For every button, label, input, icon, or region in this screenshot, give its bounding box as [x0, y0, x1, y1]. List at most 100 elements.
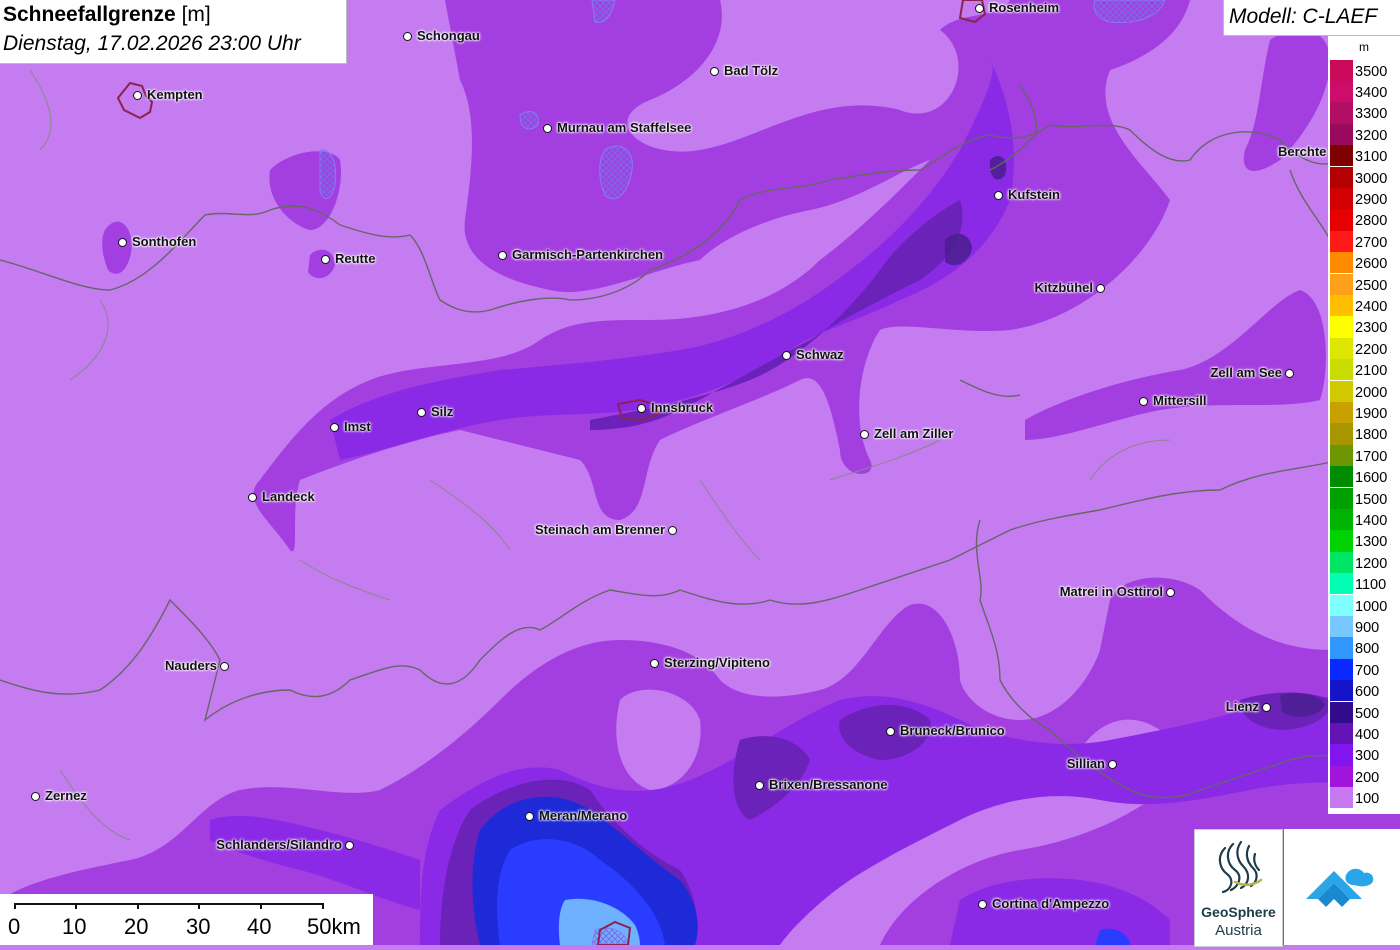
legend-entry: 2200 — [1328, 337, 1400, 360]
city-marker-icon — [668, 526, 677, 535]
geosphere-logo: GeoSphere Austria — [1194, 829, 1283, 947]
city-marker-icon — [498, 251, 507, 260]
legend-entry: 2300 — [1328, 316, 1400, 338]
city-label: Schwaz — [796, 347, 844, 362]
city-marker-icon — [994, 191, 1003, 200]
legend-swatch — [1330, 466, 1353, 488]
legend-entry: 2700 — [1328, 230, 1400, 253]
city-label: Nauders — [164, 658, 217, 673]
legend-entry: 1800 — [1328, 423, 1400, 445]
city-label: Meran/Merano — [539, 808, 628, 823]
legend-swatch — [1330, 658, 1353, 681]
city-marker-icon — [1096, 284, 1105, 293]
legend-entry: 1900 — [1328, 401, 1400, 424]
legend-entry: 2600 — [1328, 252, 1400, 274]
city-marker-icon — [1108, 760, 1117, 769]
geosphere-emblem-icon — [1218, 840, 1263, 894]
map-title: Schneefallgrenze [m] — [3, 3, 211, 27]
legend-value: 1100 — [1355, 577, 1387, 594]
city-label: Brixen/Bressanone — [769, 777, 888, 792]
legend-entry: 200 — [1328, 765, 1400, 788]
legend-swatch — [1330, 380, 1353, 402]
title-panel: Schneefallgrenze [m] Dienstag, 17.02.202… — [0, 0, 347, 64]
city-marker-icon — [1166, 588, 1175, 597]
city-label: Kitzbühel — [1034, 280, 1094, 295]
legend-value: 900 — [1355, 619, 1380, 636]
legend-entry: 600 — [1328, 680, 1400, 702]
city-label: Kufstein — [1008, 187, 1060, 202]
legend-value: 2000 — [1355, 384, 1388, 401]
model-label: Modell: C-LAEF — [1229, 5, 1378, 28]
legend-value: 200 — [1355, 769, 1380, 786]
scale-bar-line — [14, 903, 322, 905]
legend-entry: 1400 — [1328, 508, 1400, 531]
legend-entry: 2100 — [1328, 359, 1400, 381]
legend-unit: m — [1359, 40, 1369, 54]
legend-swatch — [1330, 102, 1353, 124]
legend-value: 2200 — [1355, 341, 1388, 358]
city-marker-icon — [710, 67, 719, 76]
legend-entry: 300 — [1328, 744, 1400, 766]
city-label: Steinach am Brenner — [534, 522, 665, 537]
city-label: Silz — [431, 404, 454, 419]
legend-value: 3300 — [1355, 106, 1388, 123]
legend-entry: 1200 — [1328, 551, 1400, 574]
city-marker-icon — [417, 408, 426, 417]
legend-swatch — [1330, 551, 1353, 574]
map-title-unit: [m] — [181, 3, 211, 26]
legend-value: 300 — [1355, 748, 1380, 765]
legend-entry: 700 — [1328, 658, 1400, 681]
city-marker-icon — [525, 812, 534, 821]
legend-swatch — [1330, 722, 1353, 745]
legend-value: 3100 — [1355, 149, 1388, 166]
city-marker-icon — [978, 900, 987, 909]
city-marker-icon — [345, 841, 354, 850]
legend-entry: 1100 — [1328, 573, 1400, 595]
legend-value: 1600 — [1355, 470, 1388, 487]
city-label: Matrei in Osttirol — [1059, 584, 1163, 599]
legend-swatch — [1330, 487, 1353, 509]
legend-value: 2500 — [1355, 277, 1388, 294]
legend-entry: 1000 — [1328, 594, 1400, 616]
legend-entry: 1300 — [1328, 530, 1400, 552]
city-label: Sillian — [1066, 756, 1105, 771]
legend-entry: 3500 — [1328, 59, 1400, 81]
legend-entry: 400 — [1328, 722, 1400, 745]
legend-swatch — [1330, 166, 1353, 188]
legend-value: 3200 — [1355, 127, 1388, 144]
legend-value: 700 — [1355, 662, 1380, 679]
legend-swatch — [1330, 637, 1353, 659]
city-label: Sterzing/Vipiteno — [664, 655, 770, 670]
city-label: Lienz — [1225, 699, 1259, 714]
city-marker-icon — [133, 91, 142, 100]
legend-value: 1900 — [1355, 405, 1388, 422]
scale-tick — [14, 903, 16, 909]
legend-swatch — [1330, 701, 1353, 723]
legend-entry: 2000 — [1328, 380, 1400, 402]
legend-entry: 500 — [1328, 701, 1400, 723]
legend-entry: 3400 — [1328, 80, 1400, 103]
legend-swatch — [1330, 123, 1353, 146]
scale-tick — [322, 903, 324, 909]
legend-value: 2700 — [1355, 234, 1388, 251]
legend-swatch — [1330, 530, 1353, 552]
legend-value: 2600 — [1355, 256, 1388, 273]
legend-value: 800 — [1355, 641, 1380, 658]
legend-value: 2100 — [1355, 363, 1388, 380]
city-label: Zell am See — [1210, 365, 1282, 380]
legend-value: 600 — [1355, 684, 1380, 701]
city-marker-icon — [886, 727, 895, 736]
legend-swatch — [1330, 252, 1353, 274]
city-label: Imst — [344, 419, 371, 434]
model-panel: Modell: C-LAEF — [1223, 0, 1400, 36]
city-label: Bad Tölz — [724, 63, 779, 78]
city-marker-icon — [637, 404, 646, 413]
scale-label: 30 — [186, 914, 211, 939]
legend-entry: 3100 — [1328, 145, 1400, 167]
legend-swatch — [1330, 273, 1353, 295]
legend-swatch — [1330, 294, 1353, 317]
legend-swatch — [1330, 508, 1353, 531]
city-marker-icon — [321, 255, 330, 264]
legend-swatch — [1330, 573, 1353, 595]
forecast-datetime: Dienstag, 17.02.2026 23:00 Uhr — [3, 32, 301, 55]
